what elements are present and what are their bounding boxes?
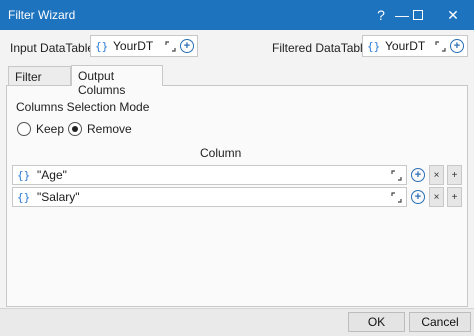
ok-button[interactable]: OK [348, 312, 405, 332]
remove-row-button[interactable]: × [429, 165, 444, 185]
add-row-button[interactable]: + [447, 165, 462, 185]
remove-radio-label[interactable]: Remove [87, 122, 132, 136]
maximize-icon [413, 10, 423, 20]
column-row-field[interactable]: {} "Salary" [12, 187, 407, 207]
remove-radio[interactable] [68, 122, 82, 136]
add-row-button[interactable]: + [447, 187, 462, 207]
tab-output-columns[interactable]: Output Columns [71, 65, 163, 97]
title-bar: Filter Wizard ? — ✕ [0, 0, 474, 30]
keep-radio[interactable] [17, 122, 31, 136]
selection-mode-label: Columns Selection Mode [16, 100, 150, 114]
column-value: "Salary" [37, 190, 80, 204]
expand-icon[interactable] [163, 39, 177, 53]
keep-radio-label[interactable]: Keep [36, 122, 64, 136]
column-header: Column [200, 146, 242, 160]
expand-icon[interactable] [389, 190, 403, 204]
column-row-field[interactable]: {} "Age" [12, 165, 407, 185]
filtered-datatable-label: Filtered DataTable [272, 41, 370, 55]
filtered-datatable-value: YourDT [385, 39, 426, 53]
add-circle-icon[interactable]: + [180, 39, 194, 53]
expand-icon[interactable] [433, 39, 447, 53]
expression-icon: {} [17, 190, 31, 204]
window-title: Filter Wizard [8, 8, 76, 22]
tab-filter-rows[interactable]: Filter Rows [8, 66, 71, 98]
remove-row-button[interactable]: × [429, 187, 444, 207]
cancel-button[interactable]: Cancel [409, 312, 471, 332]
expression-icon: {} [17, 168, 31, 182]
expression-icon: {} [95, 39, 109, 53]
add-circle-icon[interactable]: + [411, 190, 425, 204]
expression-icon: {} [367, 39, 381, 53]
add-circle-icon[interactable]: + [411, 168, 425, 182]
maximize-button[interactable] [401, 0, 435, 30]
input-datatable-label: Input DataTable [10, 41, 95, 55]
input-datatable-field[interactable]: {} YourDT + [90, 35, 198, 57]
expand-icon[interactable] [389, 168, 403, 182]
close-button[interactable]: ✕ [436, 0, 470, 30]
input-datatable-value: YourDT [113, 39, 154, 53]
column-value: "Age" [37, 168, 67, 182]
add-circle-icon[interactable]: + [450, 39, 464, 53]
filtered-datatable-field[interactable]: {} YourDT + [362, 35, 468, 57]
